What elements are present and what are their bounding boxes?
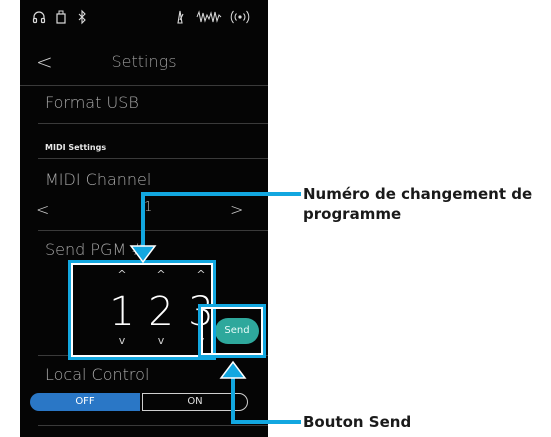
- settings-header: < Settings: [20, 48, 268, 78]
- metronome-icon: [175, 10, 185, 29]
- send-pgm-label: Send PGM #: [45, 240, 145, 259]
- midi-channel-value: 1: [144, 200, 153, 215]
- local-control-off-option[interactable]: OFF: [30, 393, 140, 411]
- local-control-toggle: OFF ON: [30, 393, 248, 411]
- midi-channel-prev-button[interactable]: <: [36, 200, 49, 219]
- callout-line-send-vertical: [231, 376, 235, 424]
- sound-wave-icon: [196, 10, 222, 29]
- wireless-icon: [230, 10, 250, 29]
- callout-line-pgm-vertical: [141, 192, 145, 252]
- send-button-highlight-inner: [201, 307, 263, 355]
- callout-send-button: Bouton Send: [303, 413, 412, 431]
- divider: [38, 230, 268, 231]
- pgm-number-highlight-inner: [71, 263, 213, 357]
- local-control-label: Local Control: [45, 365, 150, 384]
- midi-channel-label: MIDI Channel: [45, 170, 152, 189]
- page-title: Settings: [111, 52, 177, 71]
- bluetooth-icon: [77, 9, 87, 29]
- divider: [38, 158, 268, 159]
- usb-drive-icon: [56, 10, 66, 29]
- midi-settings-section: MIDI Settings: [45, 143, 107, 152]
- callout-program-number: Numéro de changement de programme: [303, 185, 533, 223]
- format-usb-item[interactable]: Format USB: [45, 93, 139, 112]
- midi-channel-next-button[interactable]: >: [230, 200, 243, 219]
- arrow-down-icon: [129, 245, 157, 264]
- arrow-up-icon: [219, 360, 247, 379]
- callout-line-send-horizontal: [231, 420, 301, 424]
- divider: [20, 85, 268, 86]
- divider: [38, 425, 268, 426]
- callout-line-pgm-horizontal: [141, 192, 301, 196]
- headphones-icon: [32, 10, 46, 29]
- status-bar: [20, 0, 268, 40]
- divider: [38, 123, 268, 124]
